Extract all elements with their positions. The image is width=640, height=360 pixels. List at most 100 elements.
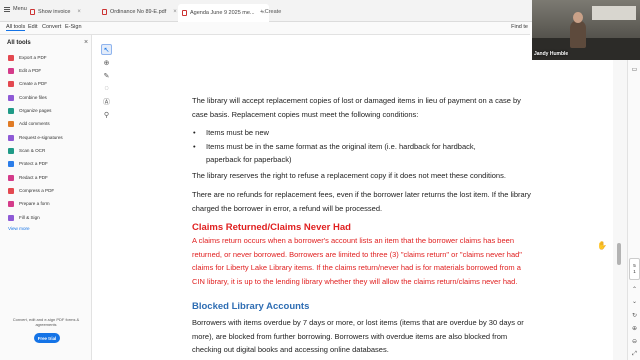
view-more-link[interactable]: View more: [8, 226, 30, 231]
tool-label: Organize pages: [19, 108, 52, 113]
paragraph-refunds: There are no refunds for replacement fee…: [192, 190, 531, 213]
compress-pdf-icon: [8, 187, 14, 194]
fit-page-icon[interactable]: ⤢: [629, 349, 640, 359]
tool-label: Redact a PDF: [19, 175, 48, 180]
right-toolbar: ▭ 5 1 ⌃ ⌄ ↻ ⊕ ⊖ ⤢: [627, 36, 640, 360]
lasso-icon[interactable]: ◌: [101, 83, 112, 94]
total-pages: 1: [633, 269, 636, 274]
tool-label: Scan & OCR: [19, 148, 46, 153]
tool-label: Export a PDF: [19, 55, 47, 60]
tab-show-invoice[interactable]: Show invoice ×: [26, 5, 85, 18]
tool-scan-ocr[interactable]: Scan & OCR: [8, 146, 45, 155]
zoom-in-icon[interactable]: ⊕: [629, 323, 640, 333]
tool-all-tools[interactable]: All tools: [6, 24, 26, 31]
free-trial-button[interactable]: Free trial: [34, 333, 60, 343]
acrobat-window: Menu Show invoice × Ordinance No 89-E.pd…: [0, 0, 640, 360]
tool-label: Edit a PDF: [19, 68, 42, 73]
list-item: Items must be in the same format as the …: [192, 140, 512, 167]
page-indicator[interactable]: 5 1: [629, 258, 640, 280]
webcam-person: [570, 20, 586, 48]
create-button[interactable]: + Create: [256, 5, 285, 18]
tool-label: Combine files: [19, 95, 47, 100]
comment-icon[interactable]: ▭: [629, 64, 640, 74]
conditions-list: Items must be new Items must be in the s…: [192, 126, 512, 167]
panel-title: All tools: [7, 40, 31, 46]
tool-edit-pdf[interactable]: Edit a PDF: [8, 66, 41, 75]
prepare-form-icon: [8, 200, 14, 207]
quick-tools: ↖ ⊕ ✎ ◌ Ⓐ ⚲: [100, 42, 113, 120]
tool-edit[interactable]: Edit: [28, 24, 37, 30]
protect-pdf-icon: [8, 160, 14, 167]
paragraph-claims: A claims return occurs when a borrower's…: [192, 236, 522, 286]
paragraph-blocked: Borrowers with items overdue by 7 days o…: [192, 318, 524, 355]
tab-label: Agenda June 9 2025 me...: [190, 10, 255, 16]
tool-compress-pdf[interactable]: Compress a PDF: [8, 186, 54, 195]
hand-cursor-icon: ✋: [597, 241, 607, 250]
export-pdf-icon: [8, 54, 14, 61]
refresh-icon[interactable]: ↻: [629, 310, 640, 320]
tool-export-pdf[interactable]: Export a PDF: [8, 53, 47, 62]
tool-combine-files[interactable]: Combine files: [8, 93, 47, 102]
tool-label: Request e-signatures: [19, 135, 63, 140]
tool-label: Fill & Sign: [19, 215, 40, 220]
add-comments-icon: [8, 120, 14, 127]
scan-ocr-icon: [8, 147, 14, 154]
main-toolbar: All tools Edit Convert E-Sign Find te: [0, 22, 530, 35]
combine-files-icon: [8, 94, 14, 101]
tool-label: Compress a PDF: [19, 188, 55, 193]
tool-add-comments[interactable]: Add comments: [8, 119, 50, 128]
tool-organize-pages[interactable]: Organize pages: [8, 106, 51, 115]
tab-label: Show invoice: [38, 8, 71, 15]
organize-pages-icon: [8, 107, 14, 114]
tool-esign[interactable]: E-Sign: [65, 24, 82, 30]
chevron-down-icon[interactable]: ⌄: [629, 296, 640, 306]
tool-prepare-form[interactable]: Prepare a form: [8, 199, 50, 208]
pdf-file-icon: [30, 8, 35, 15]
pen-icon[interactable]: ✎: [101, 70, 112, 81]
pdf-file-icon: [102, 8, 107, 15]
tab-label: Ordinance No 89-E.pdf: [110, 8, 167, 15]
menu-button[interactable]: Menu: [4, 6, 27, 12]
list-item: Items must be new: [192, 126, 512, 140]
vertical-scrollbar[interactable]: [613, 36, 627, 360]
tool-protect-pdf[interactable]: Protect a PDF: [8, 159, 48, 168]
tool-request-signatures[interactable]: Request e-signatures: [8, 133, 63, 142]
tab-ordinance[interactable]: Ordinance No 89-E.pdf ×: [98, 5, 181, 18]
zoom-icon[interactable]: ⊕: [101, 57, 112, 68]
heading-claims: Claims Returned/Claims Never Had: [192, 222, 351, 233]
scroll-thumb[interactable]: [617, 243, 621, 265]
hamburger-icon: [4, 6, 10, 12]
tool-redact-pdf[interactable]: Redact a PDF: [8, 173, 48, 182]
redact-pdf-icon: [8, 174, 14, 181]
close-icon[interactable]: ×: [77, 9, 81, 15]
tool-fill-sign[interactable]: Fill & Sign: [8, 213, 40, 222]
tool-label: Add comments: [19, 121, 50, 126]
request-signatures-icon: [8, 134, 14, 141]
tool-create-pdf[interactable]: Create a PDF: [8, 79, 47, 88]
chevron-up-icon[interactable]: ⌃: [629, 284, 640, 294]
participant-name: Jandy Humble: [534, 51, 569, 57]
edit-pdf-icon: [8, 67, 14, 74]
create-pdf-icon: [8, 80, 14, 87]
tool-label: Protect a PDF: [19, 161, 48, 166]
zoom-out-icon[interactable]: ⊖: [629, 336, 640, 346]
all-tools-panel: All tools × Export a PDF Edit a PDF Crea…: [0, 35, 92, 360]
webcam-head: [573, 12, 583, 23]
stamp-icon[interactable]: ⚲: [101, 109, 112, 120]
tool-convert[interactable]: Convert: [42, 24, 61, 30]
pdf-file-icon: [182, 10, 187, 16]
promo-text: Convert, edit and e-sign PDF forms & agr…: [12, 317, 80, 328]
heading-blocked: Blocked Library Accounts: [192, 301, 310, 312]
close-icon[interactable]: ×: [84, 39, 88, 46]
text-select-icon[interactable]: Ⓐ: [101, 96, 112, 107]
webcam-overlay: Jandy Humble: [532, 0, 640, 60]
tool-label: Create a PDF: [19, 81, 48, 86]
select-cursor-icon[interactable]: ↖: [101, 44, 112, 55]
webcam-nameplate: [592, 6, 636, 20]
close-icon[interactable]: ×: [173, 9, 177, 15]
fill-sign-icon: [8, 214, 14, 221]
menu-label: Menu: [13, 6, 27, 12]
paragraph-refuse: The library reserves the right to refuse…: [192, 171, 506, 180]
find-text[interactable]: Find te: [511, 24, 528, 30]
pdf-page: The library will accept replacement copi…: [118, 36, 613, 360]
